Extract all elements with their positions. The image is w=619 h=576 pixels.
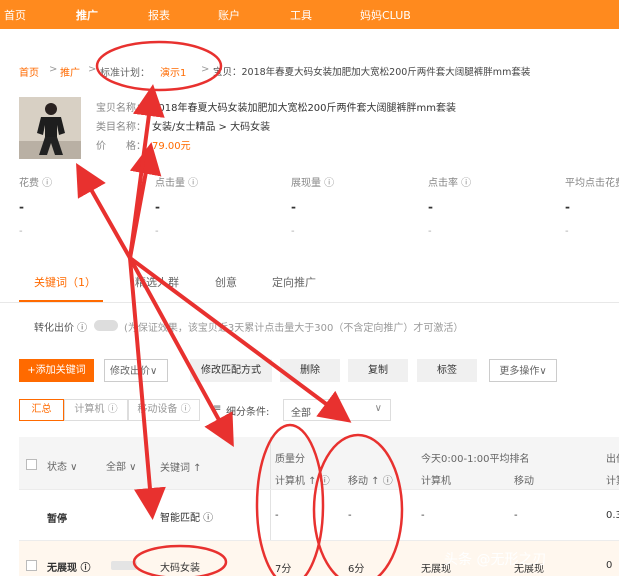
more-actions-dropdown[interactable]: 更多操作∨ <box>489 359 557 382</box>
row-rank-mobile: - <box>514 510 518 521</box>
segment-pc[interactable]: 计算机 ⓘ <box>64 399 128 421</box>
stat-value-ctr: - <box>428 200 433 214</box>
row-status: 暂停 <box>47 514 67 525</box>
column-rank-title: 今天0:00-1:00平均排名 <box>421 454 530 465</box>
stat-value-cost: - <box>19 200 24 214</box>
column-status[interactable]: 状态 ∨ <box>47 458 78 473</box>
breadcrumb-separator: > <box>88 64 97 75</box>
row-quality-mobile: - <box>348 510 352 521</box>
nav-home[interactable]: 首页 <box>4 7 26 23</box>
column-all-filter[interactable]: 全部 ∨ <box>106 458 137 473</box>
stat-value-clicks: - <box>155 200 160 214</box>
stat-label-avg-cpc: 平均点击花费 <box>565 178 619 189</box>
chevron-down-icon: ∨ <box>374 403 382 414</box>
watermark: 头条 @无形之刃 <box>444 552 547 568</box>
modify-match-button[interactable]: 修改匹配方式 <box>190 359 272 382</box>
tab-selected-crowd[interactable]: 精选人群 <box>135 274 179 290</box>
row-quality-mobile: 6分 <box>348 564 365 575</box>
stat-sub-cost: - <box>19 226 23 237</box>
segment-mobile[interactable]: 移动设备 ⓘ <box>128 399 200 421</box>
tab-keywords[interactable]: 关键词（1） <box>34 274 96 290</box>
stat-label-impressions: 展现量 ⓘ <box>291 178 335 189</box>
stat-sub-impressions: - <box>291 226 295 237</box>
column-keyword[interactable]: 关键词 ↑ <box>160 459 202 474</box>
product-name-label: 宝贝名称： <box>96 103 146 114</box>
nav-account[interactable]: 账户 <box>218 7 240 23</box>
column-quality-score: 质量分 <box>275 454 305 465</box>
row-status: 无展现 ⓘ <box>47 563 91 574</box>
column-quality-pc[interactable]: 计算机 ↑ ⓘ <box>275 472 330 487</box>
filter-icon: ≡ <box>213 403 222 414</box>
column-quality-mobile[interactable]: 移动 ↑ ⓘ <box>348 472 393 487</box>
breadcrumb-plan-label: 标准计划： <box>100 68 150 79</box>
row-bid[interactable]: 0 <box>606 560 612 571</box>
breadcrumb-separator: > <box>49 64 58 75</box>
conversion-bid-toggle[interactable] <box>94 320 118 331</box>
delete-button[interactable]: 删除 <box>280 359 340 382</box>
product-price-row: 价 格： 79.00元 <box>96 137 191 152</box>
product-name: 2018年春夏大码女装加肥加大宽松200斤两件套大阔腿裤胖mm套装 <box>152 103 457 114</box>
conversion-bid-label: 转化出价 ⓘ <box>34 323 88 334</box>
stat-value-impressions: - <box>291 200 296 214</box>
row-keyword[interactable]: 智能匹配 ⓘ <box>160 509 213 524</box>
segment-summary[interactable]: 汇总 <box>19 399 64 421</box>
product-category-row: 类目名称： 女装/女士精品 > 大码女装 <box>96 118 270 133</box>
product-price: 79.00元 <box>152 141 191 152</box>
active-tab-indicator <box>19 300 103 302</box>
copy-button[interactable]: 复制 <box>348 359 408 382</box>
annotation-arrow-to-plan <box>128 84 165 260</box>
stat-label-cost: 花费 ⓘ <box>19 178 53 189</box>
tabs-divider <box>0 302 619 303</box>
stat-sub-ctr: - <box>428 226 432 237</box>
tab-targeted-promotion[interactable]: 定向推广 <box>272 274 316 290</box>
breadcrumb-plan-name[interactable]: 演示1 <box>160 64 186 79</box>
row-checkbox[interactable] <box>26 560 37 571</box>
nav-mama-club[interactable]: 妈妈CLUB <box>360 7 411 23</box>
stat-value-avg-cpc: - <box>565 200 570 214</box>
column-rank-pc: 计算机 <box>421 476 451 487</box>
modify-bid-dropdown[interactable]: 修改出价∨ <box>104 359 168 382</box>
annotation-arrow-to-price <box>128 142 162 260</box>
product-thumbnail[interactable] <box>19 97 81 159</box>
product-category-label: 类目名称： <box>96 122 146 133</box>
stat-sub-clicks: - <box>155 226 159 237</box>
nav-reports[interactable]: 报表 <box>148 7 170 23</box>
top-navigation: 首页 推广 报表 账户 工具 妈妈CLUB <box>0 0 619 29</box>
product-name-row: 宝贝名称： 2018年春夏大码女装加肥加大宽松200斤两件套大阔腿裤胖mm套装 <box>96 99 456 114</box>
breadcrumb-promotion[interactable]: 推广 <box>60 64 80 79</box>
product-price-label: 价 格： <box>96 141 146 152</box>
breadcrumb-home[interactable]: 首页 <box>19 64 39 79</box>
tag-button[interactable]: 标签 <box>417 359 477 382</box>
row-quality-pc: 7分 <box>275 564 292 575</box>
conversion-bid-note: (为保证效果，该宝贝近3天累计点击量大于300（不含定向推广）才可激活） <box>124 323 464 334</box>
add-keyword-button[interactable]: +添加关键词 <box>19 359 94 382</box>
product-category: 女装/女士精品 > 大码女装 <box>152 122 271 133</box>
annotation-arrow-to-thumbnail <box>76 163 132 260</box>
select-all-checkbox[interactable] <box>26 459 37 470</box>
nav-promotion[interactable]: 推广 <box>76 7 98 23</box>
breadcrumb-item: 宝贝：2018年春夏大码女装加肥加大宽松200斤两件套大阔腿裤胖mm套装 <box>213 67 531 78</box>
sub-condition-select[interactable]: 全部 ∨ <box>283 399 391 421</box>
row-rank-pc: - <box>421 510 425 521</box>
sub-condition-label: 细分条件: <box>226 407 270 418</box>
row-quality-pc: - <box>275 510 279 521</box>
row-divider <box>19 489 619 490</box>
nav-tools[interactable]: 工具 <box>290 7 312 23</box>
stat-label-clicks: 点击量 ⓘ <box>155 178 199 189</box>
row-keyword[interactable]: 大码女装 <box>160 559 200 574</box>
stat-sub-avg-cpc: - <box>565 226 569 237</box>
column-rank-mobile: 移动 <box>514 476 534 487</box>
row-bid[interactable]: 0.3 <box>606 510 619 521</box>
row-toggle-icon[interactable] <box>111 561 137 570</box>
sub-condition-value: 全部 <box>291 408 311 419</box>
column-bid: 出价 <box>606 454 619 465</box>
breadcrumb-separator: > <box>201 64 210 75</box>
column-bid-pc: 计算 <box>606 476 619 487</box>
tab-creative[interactable]: 创意 <box>215 274 237 290</box>
stat-label-ctr: 点击率 ⓘ <box>428 178 472 189</box>
